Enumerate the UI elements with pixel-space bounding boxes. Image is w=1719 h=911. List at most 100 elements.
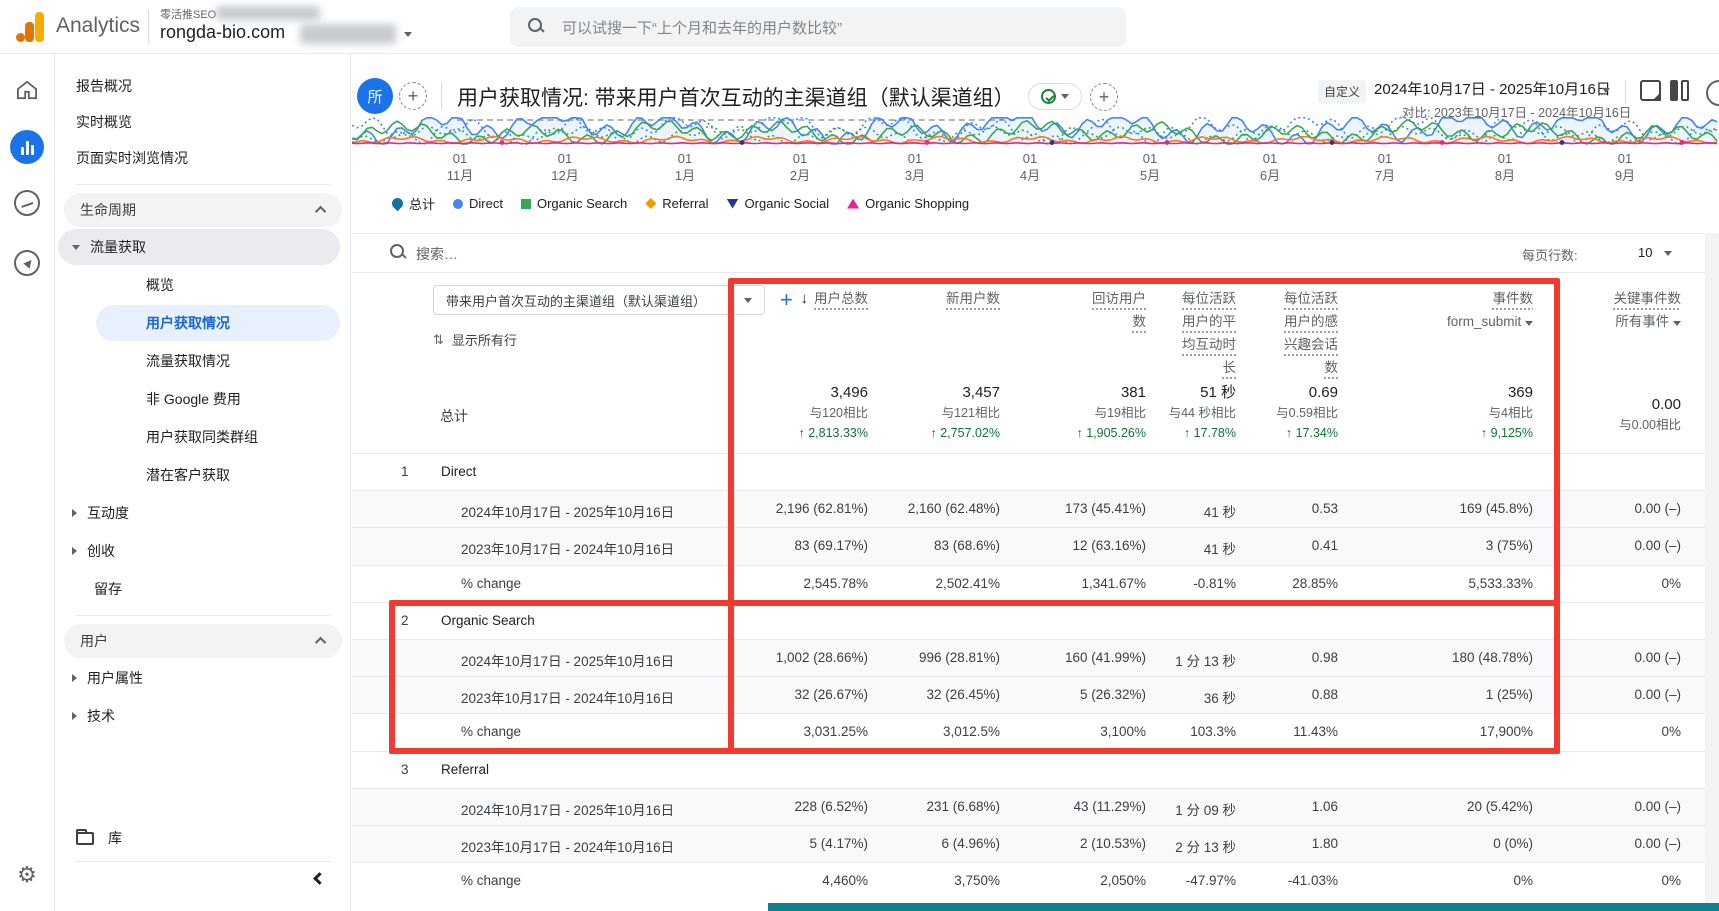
legend-label: Organic Shopping (865, 196, 969, 211)
legend-label: Direct (469, 196, 503, 211)
report-title[interactable]: 用户获取情况: 带来用户首次互动的主渠道组（默认渠道组） (457, 82, 1015, 121)
sidebar-item-留存[interactable]: 留存 (56, 571, 350, 607)
home-icon[interactable] (16, 80, 38, 105)
table-cell: 0.00 (–) (1634, 501, 1681, 516)
sidebar-item-概览[interactable]: 概览 (96, 267, 340, 303)
table-right-scroll-strip[interactable] (1705, 233, 1719, 903)
redacted-property-id (300, 24, 396, 44)
table-search-input[interactable]: 搜索… (416, 244, 458, 264)
sidebar-item-用户获取情况[interactable]: 用户获取情况 (96, 305, 340, 341)
table-cell: 2,545.78% (803, 576, 868, 591)
rows-per-page-value[interactable]: 10 (1638, 245, 1652, 260)
column-header[interactable]: 关键事件数所有事件 (1591, 287, 1681, 333)
table-row[interactable]: % change4,460%3,750%2,050%-47.97%-41.03%… (352, 862, 1719, 899)
channel-group-row[interactable]: 1Direct (352, 453, 1719, 490)
column-header[interactable]: 每位活跃 用户的平 均互动时 长 (1176, 287, 1236, 379)
x-tick-label: 012月 (770, 150, 830, 184)
date-range-picker[interactable]: 2024年10月17日 - 2025年10月16日 (1374, 78, 1611, 99)
collapse-sidebar-icon[interactable] (313, 872, 326, 885)
table-row[interactable]: 2023年10月17日 - 2024年10月16日5 (4.17%)6 (4.9… (352, 825, 1719, 862)
library-label: 库 (108, 828, 122, 848)
chart-point-marker (1165, 140, 1170, 145)
chart-point-marker (1440, 140, 1445, 145)
sidebar-item-页面实时浏览情况[interactable]: 页面实时浏览情况 (56, 140, 350, 176)
column-header[interactable]: 新用户数 (930, 287, 1000, 310)
sidebar-item-报告概况[interactable]: 报告概况 (56, 68, 350, 104)
table-cell: 0% (1661, 873, 1681, 888)
sidebar-item-实时概览[interactable]: 实时概览 (56, 104, 350, 140)
property-switcher-caret[interactable] (404, 32, 412, 37)
table-cell: 996 (28.81%) (919, 650, 1000, 665)
totals-row-label: 总计 (440, 406, 468, 426)
chart-series-line (352, 143, 1717, 144)
table-cell: 20 (5.42%) (1467, 799, 1533, 814)
table-row[interactable]: 2024年10月17日 - 2025年10月16日2,196 (62.81%)2… (352, 490, 1719, 527)
x-tick-label: 017月 (1355, 150, 1415, 184)
legend-marker-icon (390, 196, 406, 212)
legend-item-Organic Social[interactable]: Organic Social (727, 196, 830, 211)
legend-item-Organic Search[interactable]: Organic Search (521, 196, 627, 211)
table-row[interactable]: 2023年10月17日 - 2024年10月16日32 (26.67%)32 (… (352, 676, 1719, 713)
expand-all-rows-button[interactable]: ⇅ 显示所有行 (433, 330, 517, 349)
column-header[interactable]: 回访用户 数 (1086, 287, 1146, 333)
sidebar-item-互动度[interactable]: 互动度 (58, 495, 348, 531)
explore-icon[interactable] (14, 190, 40, 216)
table-cell: 0.00 (–) (1634, 650, 1681, 665)
dimension-dropdown[interactable]: 带来用户首次互动的主渠道组（默认渠道组） (433, 285, 765, 315)
sidebar-item-流量获取[interactable]: 流量获取 (58, 229, 340, 265)
table-cell: 1 (25%) (1486, 687, 1533, 702)
sidebar-item-生命周期[interactable]: 生命周期 (64, 193, 342, 227)
caret-icon (1673, 321, 1681, 326)
caret-icon (1525, 321, 1533, 326)
table-row[interactable]: 2024年10月17日 - 2025年10月16日1,002 (28.66%)9… (352, 639, 1719, 676)
table-row[interactable]: 2023年10月17日 - 2024年10月16日83 (69.17%)83 (… (352, 527, 1719, 564)
column-header[interactable]: ↓用户总数 (773, 287, 868, 310)
sidebar-item-技术[interactable]: 技术 (58, 698, 348, 734)
table-cell: 0.88 (1312, 687, 1338, 702)
legend-item-Referral[interactable]: Referral (645, 196, 708, 211)
date-caret-icon[interactable] (1602, 88, 1610, 93)
add-report-button[interactable]: + (1090, 83, 1118, 111)
table-cell: 1.80 (1312, 836, 1338, 851)
legend-item-总计[interactable]: 总计 (392, 194, 435, 213)
timeseries-chart[interactable] (352, 117, 1719, 147)
global-search-input[interactable]: 可以试搜一下“上个月和去年的用户数比较” (510, 7, 1126, 47)
sidebar-item-潜在客户获取[interactable]: 潜在客户获取 (96, 457, 340, 493)
sidebar-item-用户[interactable]: 用户 (64, 624, 342, 658)
icons-divider (1625, 80, 1626, 104)
table-row[interactable]: % change2,545.78%2,502.41%1,341.67%-0.81… (352, 565, 1719, 602)
property-name[interactable]: rongda-bio.com (160, 22, 285, 43)
channel-group-row[interactable]: 3Referral (352, 751, 1719, 788)
add-comparison-button[interactable]: + (399, 82, 427, 110)
sidebar-item-library[interactable]: 库 (56, 820, 350, 856)
column-header[interactable]: 每位活跃 用户的感 兴趣会话 数 (1278, 287, 1338, 379)
legend-marker-icon (645, 198, 656, 209)
chart-point-marker (1330, 140, 1335, 145)
table-row[interactable]: 2024年10月17日 - 2025年10月16日228 (6.52%)231 … (352, 788, 1719, 825)
compare-panel-icon[interactable] (1670, 80, 1692, 101)
notes-icon[interactable] (1640, 80, 1661, 101)
reports-icon[interactable] (10, 130, 44, 164)
channel-group-row[interactable]: 2Organic Search (352, 602, 1719, 639)
report-status-button[interactable] (1028, 83, 1082, 110)
table-row[interactable]: % change3,031.25%3,012.5%3,100%103.3%11.… (352, 713, 1719, 750)
sidebar-item-非 Google 费用[interactable]: 非 Google 费用 (96, 381, 340, 417)
legend-item-Direct[interactable]: Direct (453, 196, 503, 211)
insights-icon-cutoff[interactable] (1706, 80, 1719, 106)
column-header[interactable]: 事件数form_submit (1423, 287, 1533, 333)
metric-event-selector[interactable]: form_submit (1423, 310, 1533, 333)
sidebar-item-用户获取同类群组[interactable]: 用户获取同类群组 (96, 419, 340, 455)
sidebar-item-流量获取情况[interactable]: 流量获取情况 (96, 343, 340, 379)
legend-item-Organic Shopping[interactable]: Organic Shopping (847, 196, 969, 211)
admin-gear-icon[interactable]: ⚙ (17, 864, 37, 886)
redacted-account-name (216, 6, 320, 20)
sidebar-item-用户属性[interactable]: 用户属性 (58, 660, 348, 696)
totals-cell: 0.69与0.59相比↑ 17.34% (1276, 382, 1338, 443)
segment-chip-all-users[interactable]: 所 (357, 78, 393, 114)
rows-per-page-caret[interactable] (1664, 251, 1672, 256)
advertising-icon[interactable] (14, 250, 40, 276)
metric-event-selector[interactable]: 所有事件 (1591, 310, 1681, 333)
sidebar-item-创收[interactable]: 创收 (58, 533, 348, 569)
sidebar-divider (76, 615, 330, 616)
table-cell: 2 分 13 秒 (1175, 836, 1236, 856)
